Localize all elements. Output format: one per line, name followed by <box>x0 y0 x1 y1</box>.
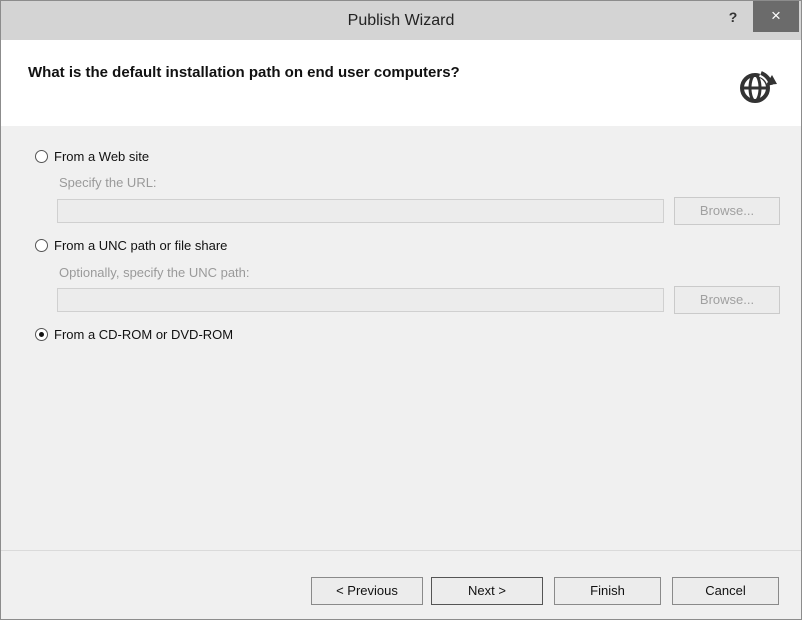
url-input[interactable] <box>57 199 664 223</box>
next-button[interactable]: Next > <box>431 577 543 605</box>
radio-unc-path[interactable] <box>35 239 48 252</box>
unc-path-label: Optionally, specify the UNC path: <box>59 265 250 280</box>
option-unc-path-label: From a UNC path or file share <box>54 238 228 253</box>
option-cd-rom[interactable]: From a CD-ROM or DVD-ROM <box>35 327 233 342</box>
close-button[interactable]: × <box>753 1 799 32</box>
page-question: What is the default installation path on… <box>28 64 460 81</box>
publish-wizard-window: Publish Wizard ? × What is the default i… <box>0 0 802 620</box>
title-bar: Publish Wizard ? × <box>1 1 801 40</box>
finish-button[interactable]: Finish <box>554 577 661 605</box>
help-button[interactable]: ? <box>715 4 751 32</box>
browse-url-button[interactable]: Browse... <box>674 197 780 225</box>
cancel-button[interactable]: Cancel <box>672 577 779 605</box>
previous-button[interactable]: < Previous <box>311 577 423 605</box>
option-unc-path[interactable]: From a UNC path or file share <box>35 238 227 253</box>
option-web-site[interactable]: From a Web site <box>35 149 149 164</box>
unc-path-input[interactable] <box>57 288 664 312</box>
option-cd-rom-label: From a CD-ROM or DVD-ROM <box>54 327 234 342</box>
window-title: Publish Wizard <box>347 12 455 29</box>
wizard-header: What is the default installation path on… <box>1 40 801 126</box>
footer-divider <box>1 550 801 551</box>
radio-web-site[interactable] <box>35 150 48 163</box>
close-icon: × <box>771 6 781 25</box>
url-label: Specify the URL: <box>59 175 157 190</box>
option-web-site-label: From a Web site <box>54 149 150 164</box>
globe-arrow-icon <box>740 71 777 103</box>
radio-cd-rom[interactable] <box>35 328 48 341</box>
browse-unc-button[interactable]: Browse... <box>674 286 780 314</box>
